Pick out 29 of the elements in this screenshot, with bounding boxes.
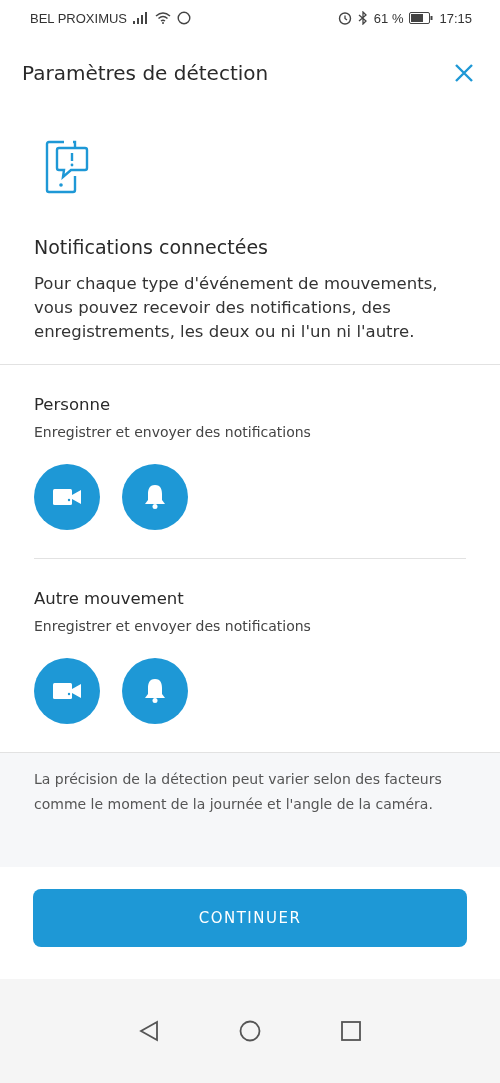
- continue-button[interactable]: CONTINUER: [33, 889, 467, 947]
- intro-text: Pour chaque type d'événement de mouvements, vous pouvez recevoir des notifications, des enregistrements, les deux ou ni l'un ni l'autre.: [34, 273, 439, 343]
- bluetooth-icon: [357, 11, 368, 25]
- section-subtitle: Enregistrer et envoyer des notifications: [34, 618, 312, 634]
- footnote-text: La précision de la détection peut varier selon des facteurs comme le moment de la journée et l'angle de la caméra.: [0, 752, 500, 867]
- wifi-icon: [155, 12, 172, 24]
- signal-icon: [133, 12, 150, 24]
- bell-icon: [144, 484, 166, 510]
- bell-icon: [144, 678, 166, 704]
- video-camera-icon: [53, 488, 81, 506]
- home-icon: [239, 1020, 261, 1042]
- recent-apps-icon: [341, 1021, 361, 1041]
- carrier-name: BEL PROXIMUS: [30, 10, 128, 26]
- recent-apps-button[interactable]: [341, 1021, 361, 1041]
- clock-time: 17:15: [439, 10, 472, 26]
- video-camera-icon: [53, 682, 81, 700]
- chat-icon: [177, 11, 192, 25]
- phone-alert-icon: [44, 138, 90, 196]
- battery-icon: [409, 12, 434, 24]
- section-title: Autre mouvement: [34, 589, 185, 608]
- back-icon: [139, 1020, 159, 1042]
- alarm-icon: [337, 11, 352, 25]
- section-subtitle: Enregistrer et envoyer des notifications: [34, 424, 312, 440]
- section-title: Personne: [34, 395, 112, 414]
- screen-title: Paramètres de détection: [22, 61, 269, 85]
- back-button[interactable]: [139, 1020, 159, 1042]
- battery-percent: 61 %: [373, 10, 404, 26]
- home-button[interactable]: [239, 1020, 261, 1042]
- intro-title: Notifications connectées: [34, 236, 269, 258]
